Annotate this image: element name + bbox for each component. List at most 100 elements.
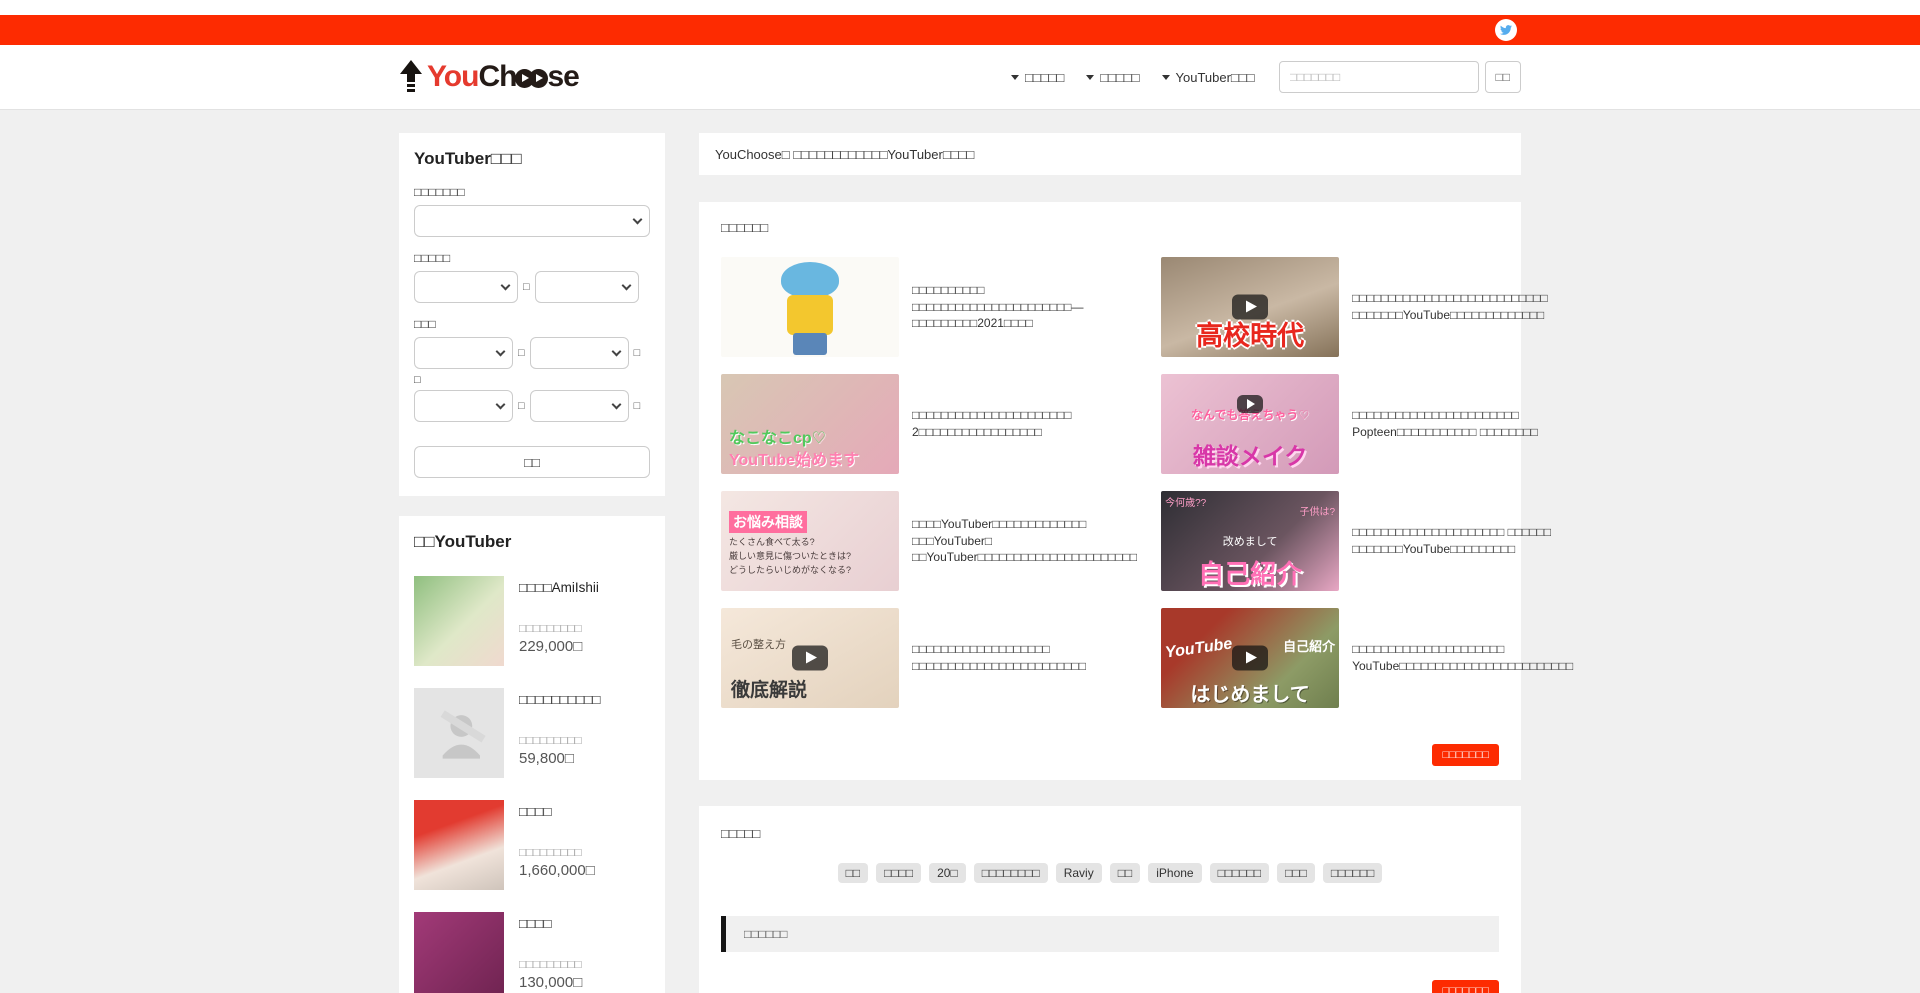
video-list-item[interactable]: なこなこcp♡ YouTube始めます □□□□□□□□□□□□□□□□□□□□… [721,374,1137,474]
cartoon-shirt-shape [787,295,833,335]
video-title[interactable]: □□□□□□□□□□ □□□□□□□□□□□□□□□□□□□□□□—□□□□□□… [912,282,1137,332]
range2-max-select[interactable] [535,271,639,303]
no-person-icon [424,698,494,768]
nav-item-youtuber[interactable]: YouTuber□□□ [1162,70,1255,85]
thumbnail-text: 改めまして [1223,533,1278,549]
video-grid: □□□□□□□□□□ □□□□□□□□□□□□□□□□□□□□□□—□□□□□□… [721,257,1499,708]
video-title[interactable]: □□□□□□□□□□□□□□□□□□□□□□ 2□□□□□□□□□□□□□□□□… [912,407,1137,441]
youtuber-photo [414,912,504,993]
thumbnail-text: 毛の整え方 [731,636,786,652]
video-list-item[interactable]: なんでも答えちゃう♡ 雑談メイク □□□□□□□□□□□□□□□□□□□□□□□… [1161,374,1573,474]
logo-ch: Ch [478,60,516,93]
video-thumbnail[interactable] [721,257,899,357]
youtuber-name: □□□□ [519,804,595,819]
chevron-down-icon [1086,75,1094,80]
nav-item-label: □□□□□ [1100,70,1139,85]
thumbnail-text: 自己紹介 [1198,554,1302,591]
youtuber-list-item[interactable]: □□□□AmiIshii □□□□□□□□□ 229,000□ [414,576,650,666]
play-button-icon [1232,646,1268,671]
video-list-item[interactable]: □□□□□□□□□□ □□□□□□□□□□□□□□□□□□□□□□—□□□□□□… [721,257,1137,357]
filter-panel-title: YouTuber□□□ [414,149,650,169]
top-white-strip [0,0,1920,15]
video-title[interactable]: □□□□□□□□□□□□□□□□□□□□□□□□□□□ □□□□□□□YouTu… [1352,290,1573,324]
range4-min-select[interactable] [414,390,513,422]
social-bar [0,15,1920,45]
range3-max-select[interactable] [530,337,629,369]
video-title[interactable]: □□□□□□□□□□□□□□□□□□□□□□□ Popteen□□□□□□□□□… [1352,407,1573,441]
video-title[interactable]: □□□□□□□□□□□□□□□□□□□□□ □□□□□□ □□□□□□□YouT… [1352,524,1573,558]
video-title[interactable]: □□□□□□□□□□□□□□□□□□□□□ YouTube□□□□□□□□□□□… [1352,641,1573,675]
youtuber-photo [414,576,504,666]
filter-field3-row2-label: □ [414,374,650,386]
up-arrow-icon [399,60,423,94]
sidebar: YouTuber□□□ □□□□□□□ □□□□□ □ □□□ □ □ □ □ [399,133,665,993]
range3-suffix: □ [634,347,641,359]
tag-chip[interactable]: 20□ [929,863,966,883]
tag-chip[interactable]: □□ [838,863,869,883]
video-thumbnail[interactable]: YouTube 自己紹介 はじめまして [1161,608,1339,708]
tag-chip[interactable]: iPhone [1148,863,1201,883]
range4-connector: □ [518,400,525,412]
range4-suffix: □ [634,400,641,412]
play-button-icon [1237,395,1263,413]
thumbnail-text: 徹底解説 [731,675,807,702]
thumbnail-text: なこなこcp♡ [729,424,826,448]
tag-chip[interactable]: □□□□□□ [1210,863,1270,883]
video-title[interactable]: □□□□YouTuber□□□□□□□□□□□□□ □□□YouTuber□ □… [912,516,1137,566]
video-section: □□□□□□ □□□□□□□□□□ □□□□□□□□□□□□□□□□□□□□□□… [699,202,1521,780]
cartoon-head-shape [781,262,839,298]
no-image-placeholder [414,688,504,778]
tags-section-heading: □□□□□ [721,826,1499,841]
logo-you: You [427,60,478,93]
video-thumbnail[interactable]: なこなこcp♡ YouTube始めます [721,374,899,474]
video-thumbnail[interactable]: なんでも答えちゃう♡ 雑談メイク [1161,374,1339,474]
subscriber-count: 1,660,000□ [519,862,595,879]
tag-chip[interactable]: □□ [1110,863,1141,883]
chevron-down-icon [1011,75,1019,80]
range4-max-select[interactable] [530,390,629,422]
range3-connector: □ [518,347,525,359]
more-tags-button[interactable]: □□□□□□□ [1432,980,1499,993]
youtuber-list-item[interactable]: □□□□□□□□□□ □□□□□□□□□ 59,800□ [414,688,650,778]
thumbnail-text: 雑談メイク [1193,437,1308,471]
video-list-item[interactable]: 毛の整え方 徹底解説 □□□□□□□□□□□□□□□□□□□ □□□□□□□□□… [721,608,1137,708]
tag-chip[interactable]: Raviy [1056,863,1102,883]
subscriber-label: □□□□□□□□□ [519,735,601,747]
cartoon-legs-shape [793,333,827,355]
youtuber-name: □□□□AmiIshii [519,580,599,595]
site-logo[interactable]: YouChse [399,60,579,94]
video-thumbnail[interactable]: 毛の整え方 徹底解説 [721,608,899,708]
thumbnail-text: YouTube [1164,635,1233,662]
video-list-item[interactable]: 今何歳?? 子供は? 改めまして 自己紹介 □□□□□□□□□□□□□□□□□□… [1161,491,1573,591]
search-input[interactable] [1279,61,1479,93]
category-select[interactable] [414,205,650,237]
range3-min-select[interactable] [414,337,513,369]
subscriber-count: 130,000□ [519,974,582,991]
thumbnail-text: 今何歳?? [1165,494,1206,509]
youtuber-photo [414,800,504,890]
video-thumbnail[interactable]: 今何歳?? 子供は? 改めまして 自己紹介 [1161,491,1339,591]
more-videos-button[interactable]: □□□□□□□ [1432,744,1499,766]
video-thumbnail[interactable]: お悩み相談 たくさん食べて太る? 厳しい意見に傷ついたときは? どうしたらいじめ… [721,491,899,591]
nav-item-2[interactable]: □□□□□ [1086,70,1139,85]
video-thumbnail[interactable]: 高校時代 [1161,257,1339,357]
tag-chip[interactable]: □□□□ [876,863,921,883]
twitter-link[interactable] [1495,19,1517,41]
thumbnail-text: YouTube始めます [729,446,859,470]
youtuber-list-item[interactable]: □□□□ □□□□□□□□□ 130,000□ [414,912,650,993]
video-list-item[interactable]: お悩み相談 たくさん食べて太る? 厳しい意見に傷ついたときは? どうしたらいじめ… [721,491,1137,591]
filter-field2-label: □□□□□ [414,251,650,265]
video-list-item[interactable]: YouTube 自己紹介 はじめまして □□□□□□□□□□□□□□□□□□□□… [1161,608,1573,708]
thumbnail-text: たくさん食べて太る? [729,535,815,548]
youtuber-list-item[interactable]: □□□□ □□□□□□□□□ 1,660,000□ [414,800,650,890]
range2-min-select[interactable] [414,271,518,303]
nav-item-1[interactable]: □□□□□ [1011,70,1064,85]
tag-chip[interactable]: □□□□□□□□ [974,863,1048,883]
thumbnail-text: 高校時代 [1196,314,1304,353]
filter-submit-button[interactable]: □□ [414,446,650,478]
video-list-item[interactable]: 高校時代 □□□□□□□□□□□□□□□□□□□□□□□□□□□ □□□□□□□… [1161,257,1573,357]
tag-chip[interactable]: □□□ [1277,863,1315,883]
tag-chip[interactable]: □□□□□□ [1323,863,1383,883]
search-button[interactable]: □□ [1485,61,1522,93]
video-title[interactable]: □□□□□□□□□□□□□□□□□□□ □□□□□□□□□□□□□□□□□□□□… [912,641,1137,675]
